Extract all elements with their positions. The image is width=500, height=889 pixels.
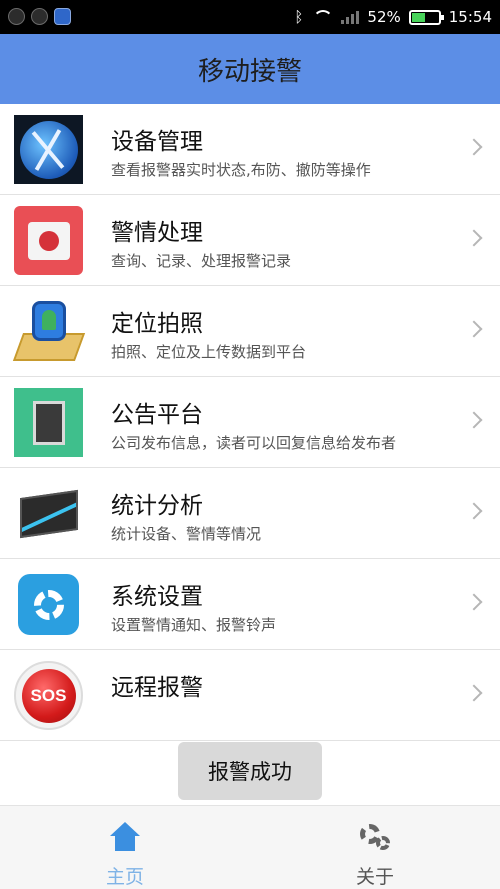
shield-app-icon [8, 8, 25, 25]
menu-item-title: 警情处理 [111, 220, 203, 246]
menu-item-title: 远程报警 [111, 675, 203, 701]
lock-app-icon [31, 8, 48, 25]
menu-item-device-management[interactable]: 设备管理 查看报警器实时状态,布防、撤防等操作 [0, 104, 500, 195]
battery-percent: 52% [367, 8, 401, 26]
menu-item-subtitle: 公司发布信息，读者可以回复信息给发布者 [111, 434, 397, 452]
home-icon [108, 822, 142, 852]
menu-item-notice-platform[interactable]: 公告平台 公司发布信息，读者可以回复信息给发布者 [0, 377, 500, 468]
battery-icon [408, 9, 444, 25]
menu-item-title: 定位拍照 [111, 311, 203, 337]
menu-item-title: 设备管理 [111, 129, 203, 155]
chevron-right-icon [465, 593, 483, 611]
tab-home-label: 主页 [105, 866, 144, 888]
app-header: 移动接警 [0, 34, 500, 104]
battery-fill [411, 12, 426, 22]
device-globe-icon [14, 115, 83, 184]
menu-item-title: 统计分析 [111, 493, 203, 519]
gears-icon [358, 822, 392, 852]
menu-item-locate-photo[interactable]: 定位拍照 拍照、定位及上传数据到平台 [0, 286, 500, 377]
chevron-right-icon [465, 138, 483, 156]
bluetooth-icon [293, 8, 305, 26]
menu-item-system-settings[interactable]: 系统设置 设置警情通知、报警铃声 [0, 559, 500, 650]
chevron-right-icon [465, 229, 483, 247]
page-title: 移动接警 [197, 56, 302, 87]
chevron-right-icon [465, 411, 483, 429]
toast-text: 报警成功 [208, 760, 292, 784]
menu-item-subtitle: 查看报警器实时状态,布防、撤防等操作 [111, 161, 371, 179]
system-icons: 52% 15:54 [293, 0, 492, 34]
settings-gear-icon [18, 574, 79, 635]
menu-item-subtitle: 设置警情通知、报警铃声 [111, 616, 277, 634]
alarm-success-toast: 报警成功 [178, 742, 322, 800]
map-pin-icon [12, 297, 86, 366]
chevron-right-icon [465, 320, 483, 338]
chevron-right-icon [465, 502, 483, 520]
menu-item-title: 公告平台 [111, 402, 203, 428]
menu-item-alarm-handling[interactable]: 警情处理 查询、记录、处理报警记录 [0, 195, 500, 286]
signal-icon [341, 10, 360, 24]
menu-item-subtitle: 查询、记录、处理报警记录 [111, 252, 292, 270]
notification-icons [8, 8, 71, 25]
menu-item-title: 系统设置 [111, 584, 203, 610]
clock: 15:54 [448, 8, 492, 26]
menu-item-statistics[interactable]: 统计分析 统计设备、警情等情况 [0, 468, 500, 559]
menu-item-subtitle: 统计设备、警情等情况 [111, 525, 262, 543]
tab-about[interactable]: 关于 [250, 806, 500, 889]
chart-icon [14, 479, 83, 548]
tab-about-label: 关于 [355, 866, 394, 888]
wifi-icon [313, 10, 334, 24]
sos-icon: SOS [14, 661, 83, 730]
bottom-nav: 主页 关于 [0, 805, 500, 889]
menu-item-remote-alarm[interactable]: SOS 远程报警 [0, 650, 500, 741]
status-bar: 52% 15:54 [0, 0, 500, 34]
alarm-box-icon [14, 206, 83, 275]
menu-item-subtitle: 拍照、定位及上传数据到平台 [111, 343, 307, 361]
chevron-right-icon [465, 684, 483, 702]
sos-icon-text: SOS [21, 668, 76, 723]
tab-home[interactable]: 主页 [0, 806, 250, 889]
notice-board-icon [14, 388, 83, 457]
menu-list: 设备管理 查看报警器实时状态,布防、撤防等操作 警情处理 查询、记录、处理报警记… [0, 104, 500, 741]
app-icon [54, 8, 71, 25]
